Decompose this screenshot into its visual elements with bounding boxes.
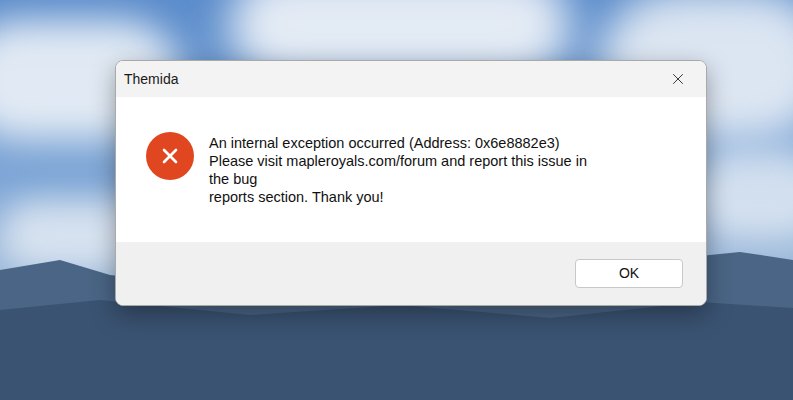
message-line: An internal exception occurred (Address:… <box>209 134 587 152</box>
title-bar: Themida <box>116 61 706 97</box>
window-title: Themida <box>124 69 178 90</box>
error-icon <box>146 132 194 180</box>
close-button[interactable] <box>664 65 692 93</box>
dialog-body: An internal exception occurred (Address:… <box>116 97 706 242</box>
desktop: Themida An internal exception occurred (A… <box>0 0 793 400</box>
message-line: the bug <box>209 170 587 188</box>
x-icon <box>158 144 182 168</box>
message-text: An internal exception occurred (Address:… <box>209 132 587 206</box>
close-icon <box>669 70 687 88</box>
dialog-window: Themida An internal exception occurred (A… <box>115 60 707 306</box>
message-line: Please visit mapleroyals.com/forum and r… <box>209 152 587 170</box>
message-line: reports section. Thank you! <box>209 188 587 206</box>
dialog-footer: OK <box>116 242 706 305</box>
ok-button[interactable]: OK <box>575 259 683 288</box>
